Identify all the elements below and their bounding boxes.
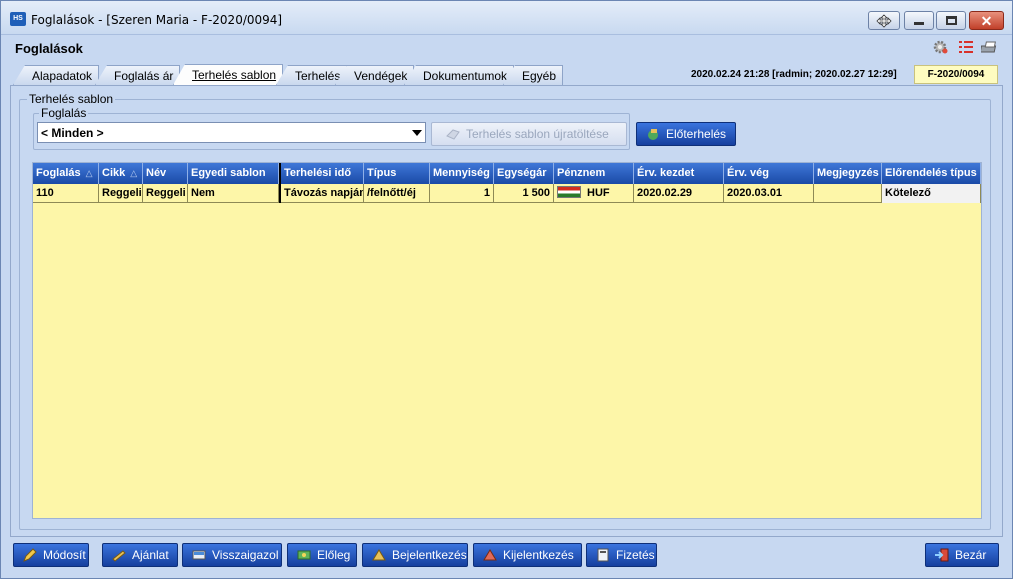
minimize-icon: [914, 22, 924, 25]
sort-icon: △: [85, 168, 93, 178]
col-penznem[interactable]: Pénznem: [554, 163, 634, 184]
cell-tipus[interactable]: /felnőtt/éj: [364, 184, 430, 203]
document-number: F-2020/0094: [914, 65, 998, 84]
printer-icon[interactable]: [981, 39, 999, 55]
checkin-button[interactable]: Bejelentkezés: [362, 543, 468, 567]
cell-egyedi-sablon[interactable]: Nem: [188, 184, 279, 203]
app-icon: HS: [10, 12, 26, 26]
maximize-button[interactable]: [936, 11, 966, 30]
template-group-label: Terhelés sablon: [27, 92, 116, 106]
table-row[interactable]: 110 Reggeli Reggeli Nem Távozás napján /…: [33, 184, 981, 203]
precharge-icon: [648, 129, 658, 140]
col-mennyiseg[interactable]: Mennyiség: [430, 163, 494, 184]
close-icon: ✕: [980, 12, 993, 29]
main-window: HS Foglalások - [Szeren Maria - F-2020/0…: [0, 0, 1013, 579]
cell-nev[interactable]: Reggeli: [143, 184, 188, 203]
booking-select-value: < Minden >: [41, 126, 104, 140]
cell-egysegar[interactable]: 1 500: [494, 184, 554, 203]
window-title: Foglalások - [Szeren Maria - F-2020/0094…: [31, 13, 283, 27]
checkin-icon: [372, 549, 386, 561]
reload-template-button[interactable]: Terhelés sablon újratöltése: [431, 122, 627, 146]
tab-terheles[interactable]: Terhelés: [276, 65, 348, 85]
precharge-label: Előterhelés: [666, 127, 727, 141]
col-erv-kezdet[interactable]: Érv. kezdet: [634, 163, 724, 184]
minimize-button[interactable]: [904, 11, 934, 30]
charge-template-grid: Foglalás △ Cikk △ Név Egyedi sablon Terhel…: [32, 162, 982, 519]
modified-stamp: 2020.02.24 21:28 [radmin; 2020.02.27 12:…: [691, 69, 897, 80]
col-foglalas[interactable]: Foglalás △: [33, 163, 99, 184]
col-nev[interactable]: Név: [143, 163, 188, 184]
checkout-icon: [483, 549, 497, 561]
cell-megjegyzes[interactable]: [814, 184, 882, 203]
exit-door-icon: [935, 548, 949, 562]
col-erv-veg[interactable]: Érv. vég: [724, 163, 814, 184]
bottom-toolbar: Módosít Ajánlat Visszaigazol Előleg Beje…: [10, 541, 1003, 571]
col-elorendeles-tipus[interactable]: Előrendelés típus: [882, 163, 981, 184]
chevron-down-icon[interactable]: [412, 130, 422, 136]
cell-foglalas[interactable]: 110: [33, 184, 99, 203]
title-bar: HS Foglalások - [Szeren Maria - F-2020/0…: [1, 1, 1012, 35]
cell-elorendeles-tipus[interactable]: Kötelező: [882, 184, 981, 203]
cell-erv-veg[interactable]: 2020.03.01: [724, 184, 814, 203]
close-button[interactable]: Bezár: [925, 543, 999, 567]
move-window-button[interactable]: [868, 11, 900, 30]
modify-button[interactable]: Módosít: [13, 543, 89, 567]
offer-button[interactable]: Ajánlat: [102, 543, 178, 567]
precharge-button[interactable]: Előterhelés: [636, 122, 736, 146]
hungary-flag-icon: [557, 186, 581, 198]
tab-vendegek[interactable]: Vendégek: [335, 65, 415, 85]
confirm-button[interactable]: Visszaigazol: [182, 543, 282, 567]
checkout-button[interactable]: Kijelentkezés: [473, 543, 582, 567]
cell-cikk[interactable]: Reggeli: [99, 184, 143, 203]
reload-icon: [446, 129, 460, 140]
page-title: Foglalások: [15, 41, 83, 56]
col-terhelesi-ido[interactable]: Terhelési idő: [279, 163, 364, 184]
close-window-button[interactable]: ✕: [969, 11, 1004, 30]
booking-select[interactable]: < Minden >: [37, 122, 426, 143]
offer-icon: [112, 550, 126, 562]
list-icon[interactable]: [957, 39, 975, 55]
cell-erv-kezdet[interactable]: 2020.02.29: [634, 184, 724, 203]
tab-alapadatok[interactable]: Alapadatok: [13, 65, 100, 85]
col-tipus[interactable]: Típus: [364, 163, 430, 184]
payment-icon: [597, 548, 609, 562]
sort-icon: △: [130, 168, 138, 178]
maximize-icon: [945, 16, 957, 25]
tab-terheles-sablon[interactable]: Terhelés sablon: [173, 64, 284, 85]
gear-icon[interactable]: [931, 39, 949, 55]
money-icon: [297, 550, 311, 560]
confirm-icon: [192, 550, 206, 560]
col-egyedi-sablon[interactable]: Egyedi sablon: [188, 163, 279, 184]
cell-terhelesi-ido[interactable]: Távozás napján: [279, 184, 364, 203]
move-icon: [876, 13, 892, 28]
cell-mennyiseg[interactable]: 1: [430, 184, 494, 203]
grid-header: Foglalás △ Cikk △ Név Egyedi sablon Terhel…: [33, 163, 981, 184]
col-egysegar[interactable]: Egységár: [494, 163, 554, 184]
tab-dokumentumok[interactable]: Dokumentumok: [404, 65, 515, 85]
payment-button[interactable]: Fizetés: [586, 543, 657, 567]
deposit-button[interactable]: Előleg: [287, 543, 357, 567]
cell-penznem[interactable]: HUF: [554, 184, 634, 203]
col-megjegyzes[interactable]: Megjegyzés: [814, 163, 882, 184]
pencil-icon: [23, 548, 37, 562]
tab-foglalas-ar[interactable]: Foglalás ár: [95, 65, 181, 85]
col-cikk[interactable]: Cikk △: [99, 163, 143, 184]
reload-template-label: Terhelés sablon újratöltése: [466, 127, 609, 141]
booking-group-label: Foglalás: [39, 106, 89, 120]
